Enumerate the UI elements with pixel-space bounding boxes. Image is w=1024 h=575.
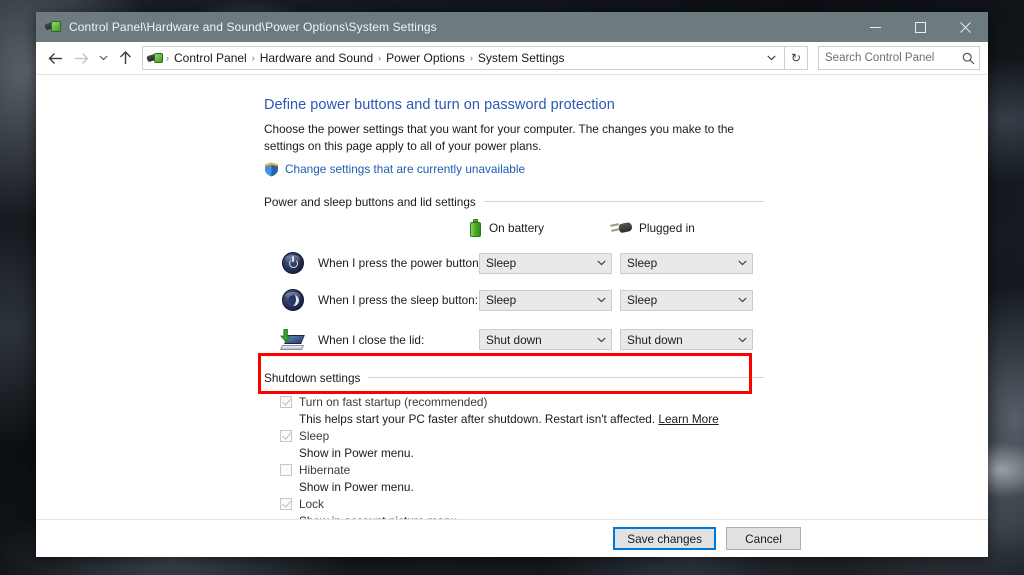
- breadcrumb-item-hardware-and-sound[interactable]: Hardware and Sound: [256, 51, 377, 65]
- maximize-button[interactable]: [898, 12, 943, 42]
- sleep-button-plugged-in-value: Sleep: [621, 293, 732, 307]
- breadcrumb-item-power-options[interactable]: Power Options: [382, 51, 469, 65]
- power-button-plugged-in-dropdown[interactable]: Sleep: [620, 253, 753, 274]
- close-lid-plugged-in-dropdown[interactable]: Shut down: [620, 329, 753, 350]
- search-input[interactable]: [819, 51, 957, 65]
- minimize-button[interactable]: [853, 12, 898, 42]
- breadcrumb-chevron-down-icon[interactable]: [763, 53, 784, 64]
- section-divider: [484, 201, 764, 202]
- breadcrumb-item-system-settings[interactable]: System Settings: [474, 51, 569, 65]
- description-lock: Show in account picture menu.: [299, 512, 764, 520]
- chevron-down-icon: [591, 337, 611, 343]
- chevron-down-icon: [591, 260, 611, 266]
- forward-arrow-icon: [68, 45, 94, 71]
- power-button-icon: [278, 250, 308, 276]
- checkbox-row-lock[interactable]: Lock: [280, 496, 764, 512]
- column-headers: On battery Plugged in: [469, 219, 764, 237]
- description-fast-startup: This helps start your PC faster after sh…: [299, 410, 764, 428]
- chevron-down-icon: [591, 297, 611, 303]
- checkbox-lock[interactable]: [280, 498, 292, 510]
- content-pane: Define power buttons and turn on passwor…: [36, 75, 988, 519]
- checkbox-sleep[interactable]: [280, 430, 292, 442]
- checkbox-hibernate[interactable]: [280, 464, 292, 476]
- sleep-button-on-battery-dropdown[interactable]: Sleep: [479, 290, 612, 311]
- page-title: Define power buttons and turn on passwor…: [264, 97, 764, 113]
- checkbox-fast-startup[interactable]: [280, 396, 292, 408]
- power-plug-icon: [610, 221, 632, 235]
- control-panel-window: Control Panel\Hardware and Sound\Power O…: [36, 12, 988, 557]
- close-lid-on-battery-dropdown[interactable]: Shut down: [479, 329, 612, 350]
- setting-row-close-lid: When I close the lid: Shut down Shut dow…: [264, 319, 764, 361]
- chevron-down-icon: [732, 260, 752, 266]
- chevron-down-icon: [732, 297, 752, 303]
- power-button-plugged-in-value: Sleep: [621, 256, 732, 270]
- column-on-battery-label: On battery: [489, 221, 544, 235]
- power-button-on-battery-dropdown[interactable]: Sleep: [479, 253, 612, 274]
- close-lid-plugged-in-value: Shut down: [621, 333, 732, 347]
- page-description: Choose the power settings that you want …: [264, 121, 750, 155]
- power-section-header: Power and sleep buttons and lid settings: [264, 195, 764, 209]
- power-plug-battery-icon: [45, 19, 61, 35]
- laptop-lid-icon: [278, 327, 308, 353]
- up-arrow-icon[interactable]: [112, 45, 138, 71]
- window-title: Control Panel\Hardware and Sound\Power O…: [69, 20, 437, 34]
- change-settings-row[interactable]: Change settings that are currently unava…: [264, 162, 764, 177]
- refresh-glyph: ↻: [791, 51, 801, 65]
- save-changes-button[interactable]: Save changes: [613, 527, 716, 550]
- checkbox-label-sleep: Sleep: [299, 429, 329, 443]
- description-sleep: Show in Power menu.: [299, 444, 764, 462]
- setting-label-close-lid: When I close the lid:: [308, 333, 479, 347]
- checkbox-label-lock: Lock: [299, 497, 324, 511]
- learn-more-link[interactable]: Learn More: [658, 412, 718, 426]
- setting-row-sleep-button: When I press the sleep button: Sleep Sle…: [264, 282, 764, 319]
- uac-shield-icon: [264, 162, 279, 177]
- column-plugged-in-label: Plugged in: [639, 221, 695, 235]
- section-divider: [368, 377, 764, 378]
- description-text-fast-startup: This helps start your PC faster after sh…: [299, 412, 655, 426]
- power-settings-rows: When I press the power button: Sleep Sle…: [264, 245, 764, 361]
- refresh-icon[interactable]: ↻: [785, 46, 808, 70]
- checkbox-row-fast-startup[interactable]: Turn on fast startup (recommended): [280, 394, 764, 410]
- breadcrumb[interactable]: › Control Panel › Hardware and Sound › P…: [142, 46, 785, 70]
- shutdown-section-heading: Shutdown settings: [264, 371, 360, 385]
- cancel-button[interactable]: Cancel: [726, 527, 801, 550]
- breadcrumb-item-control-panel[interactable]: Control Panel: [170, 51, 251, 65]
- search-icon[interactable]: [957, 52, 979, 65]
- window-controls: [853, 12, 988, 42]
- back-arrow-icon[interactable]: [42, 45, 68, 71]
- close-button[interactable]: [943, 12, 988, 42]
- setting-row-power-button: When I press the power button: Sleep Sle…: [264, 245, 764, 282]
- column-on-battery: On battery: [469, 219, 610, 237]
- navigation-bar: › Control Panel › Hardware and Sound › P…: [36, 42, 988, 75]
- battery-icon: [469, 219, 482, 237]
- sleep-moon-icon: [278, 287, 308, 313]
- close-lid-on-battery-value: Shut down: [480, 333, 591, 347]
- sleep-button-on-battery-value: Sleep: [480, 293, 591, 307]
- dialog-footer: Save changes Cancel: [36, 519, 988, 557]
- checkbox-row-hibernate[interactable]: Hibernate: [280, 462, 764, 478]
- setting-label-power-button: When I press the power button:: [308, 256, 479, 270]
- shutdown-section-header: Shutdown settings: [264, 371, 764, 385]
- power-section-heading: Power and sleep buttons and lid settings: [264, 195, 476, 209]
- search-box[interactable]: [818, 46, 980, 70]
- checkbox-row-sleep[interactable]: Sleep: [280, 428, 764, 444]
- column-plugged-in: Plugged in: [610, 221, 751, 235]
- sleep-button-plugged-in-dropdown[interactable]: Sleep: [620, 290, 753, 311]
- chevron-down-icon: [732, 337, 752, 343]
- power-button-on-battery-value: Sleep: [480, 256, 591, 270]
- setting-label-sleep-button: When I press the sleep button:: [308, 293, 479, 307]
- description-hibernate: Show in Power menu.: [299, 478, 764, 496]
- checkbox-label-hibernate: Hibernate: [299, 463, 350, 477]
- checkbox-label-fast-startup: Turn on fast startup (recommended): [299, 395, 487, 409]
- window-title-bar: Control Panel\Hardware and Sound\Power O…: [36, 12, 988, 42]
- change-unavailable-settings-link[interactable]: Change settings that are currently unava…: [285, 162, 525, 176]
- shutdown-settings-list: Turn on fast startup (recommended) This …: [264, 394, 764, 520]
- power-plug-battery-icon: [147, 50, 163, 66]
- recent-locations-chevron-down-icon[interactable]: [94, 45, 112, 71]
